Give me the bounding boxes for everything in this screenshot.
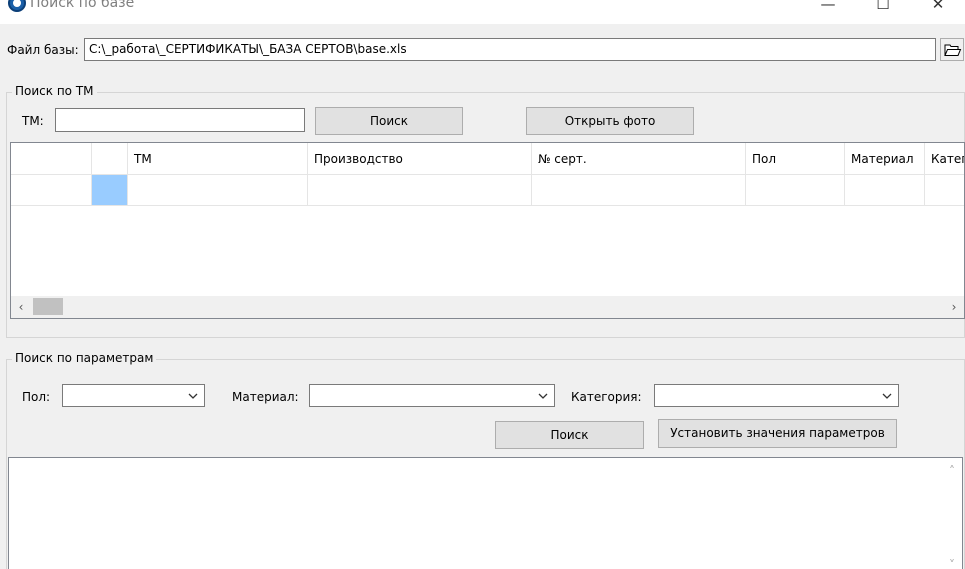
- category-select[interactable]: [654, 384, 899, 407]
- vertical-scrollbar[interactable]: ˄ ˅: [942, 458, 962, 569]
- close-button[interactable]: ✕: [915, 0, 961, 19]
- grid-header-cert-number[interactable]: № серт.: [532, 143, 746, 175]
- grid-header-tm[interactable]: ТМ: [128, 143, 308, 175]
- material-label: Материал:: [232, 390, 299, 404]
- tm-input[interactable]: [55, 108, 305, 132]
- results-grid[interactable]: ТМ Производство № серт. Пол Материал Кат…: [10, 142, 965, 319]
- grid-cell[interactable]: [128, 175, 308, 206]
- param-search-group-title: Поиск по параметрам: [12, 351, 157, 365]
- material-select[interactable]: [309, 384, 555, 407]
- scroll-down-icon[interactable]: ˅: [942, 554, 962, 569]
- grid-header-row-selector: [11, 143, 92, 175]
- open-photo-button[interactable]: Открыть фото: [526, 107, 694, 135]
- scroll-right-icon[interactable]: ›: [944, 296, 964, 318]
- gender-label: Пол:: [22, 390, 51, 404]
- title-bar: Поиск по базе — ☐ ✕: [0, 0, 965, 24]
- gender-select[interactable]: [62, 384, 205, 407]
- grid-cell-selected[interactable]: [92, 175, 128, 206]
- file-label: Файл базы:: [7, 43, 79, 57]
- grid-cell[interactable]: [746, 175, 845, 206]
- category-label: Категория:: [571, 390, 642, 404]
- horizontal-scrollbar[interactable]: ‹ ›: [11, 296, 964, 318]
- tm-search-group-title: Поиск по ТМ: [12, 84, 97, 98]
- maximize-button[interactable]: ☐: [860, 0, 906, 19]
- table-row[interactable]: [11, 175, 92, 206]
- result-textarea[interactable]: ˄ ˅: [8, 457, 963, 569]
- grid-header-gender[interactable]: Пол: [746, 143, 845, 175]
- chevron-down-icon: [188, 393, 198, 399]
- window-title: Поиск по базе: [30, 0, 135, 11]
- folder-open-icon: [944, 44, 962, 56]
- open-file-button[interactable]: [940, 38, 964, 61]
- app-icon: [8, 0, 26, 12]
- grid-header-material[interactable]: Материал: [845, 143, 925, 175]
- grid-cell[interactable]: [308, 175, 532, 206]
- grid-cell[interactable]: [925, 175, 964, 206]
- scroll-up-icon[interactable]: ˄: [942, 460, 962, 482]
- chevron-down-icon: [538, 393, 548, 399]
- scroll-thumb[interactable]: [33, 298, 63, 315]
- file-path-field[interactable]: C:\_работа\_СЕРТИФИКАТЫ\_БАЗА СЕРТОВ\bas…: [84, 38, 936, 61]
- grid-header-production[interactable]: Производство: [308, 143, 532, 175]
- scroll-left-icon[interactable]: ‹: [11, 296, 31, 318]
- param-search-button[interactable]: Поиск: [495, 421, 644, 449]
- grid-cell[interactable]: [532, 175, 746, 206]
- grid-cell[interactable]: [845, 175, 925, 206]
- set-params-button[interactable]: Установить значения параметров: [658, 419, 897, 448]
- minimize-button[interactable]: —: [805, 0, 851, 19]
- grid-header-category[interactable]: Категория: [925, 143, 964, 175]
- chevron-down-icon: [882, 393, 892, 399]
- grid-header-blank: [92, 143, 128, 175]
- tm-search-button[interactable]: Поиск: [315, 107, 463, 135]
- tm-label: ТМ:: [22, 114, 44, 128]
